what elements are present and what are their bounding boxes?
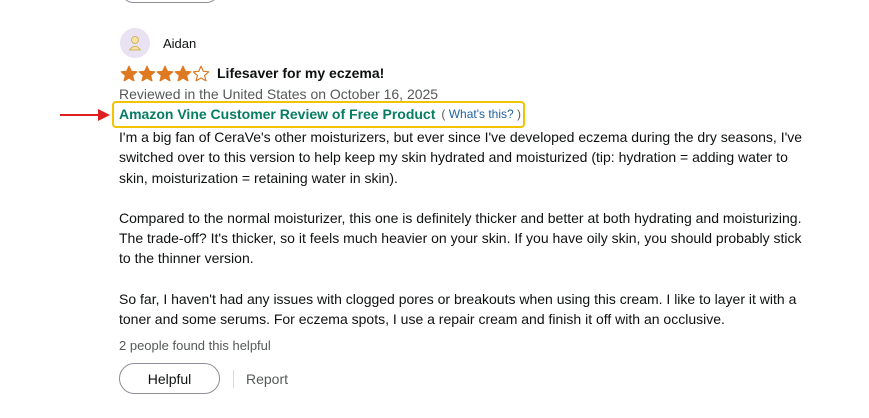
helpful-count: 2 people found this helpful [119, 338, 271, 353]
vine-label: Amazon Vine Customer Review of Free Prod… [119, 106, 436, 122]
avatar-icon [120, 28, 150, 58]
whats-this-wrapper: ( What's this? ) [441, 107, 521, 121]
star-empty-icon [192, 65, 210, 81]
right-arrow-icon [60, 109, 110, 121]
review-title[interactable]: Lifesaver for my eczema! [217, 65, 384, 81]
previous-helpful-button[interactable] [121, 0, 219, 3]
reviewer-profile[interactable]: Aidan [120, 28, 196, 58]
divider [233, 369, 234, 388]
helpful-button[interactable]: Helpful [119, 363, 220, 394]
report-link[interactable]: Report [246, 371, 288, 387]
whats-this-link[interactable]: What's this? [449, 107, 514, 121]
reviewer-name: Aidan [163, 35, 197, 51]
star-filled-icon [174, 65, 192, 81]
star-filled-icon [156, 65, 174, 81]
paren-close: ) [517, 107, 522, 121]
review-paragraph: I'm a big fan of CeraVe's other moisturi… [119, 129, 803, 186]
review-header: Lifesaver for my eczema! [120, 63, 384, 83]
paren-open: ( [441, 107, 446, 121]
vine-badge: Amazon Vine Customer Review of Free Prod… [119, 105, 521, 123]
star-filled-icon [120, 65, 138, 81]
star-rating[interactable] [120, 65, 210, 82]
review-body: I'm a big fan of CeraVe's other moisturi… [119, 127, 809, 349]
review-actions: Helpful Report [119, 363, 288, 394]
review-paragraph: So far, I haven't had any issues with cl… [119, 290, 797, 328]
star-filled-icon [138, 65, 156, 81]
review-paragraph: Compared to the normal moisturizer, this… [119, 209, 802, 267]
